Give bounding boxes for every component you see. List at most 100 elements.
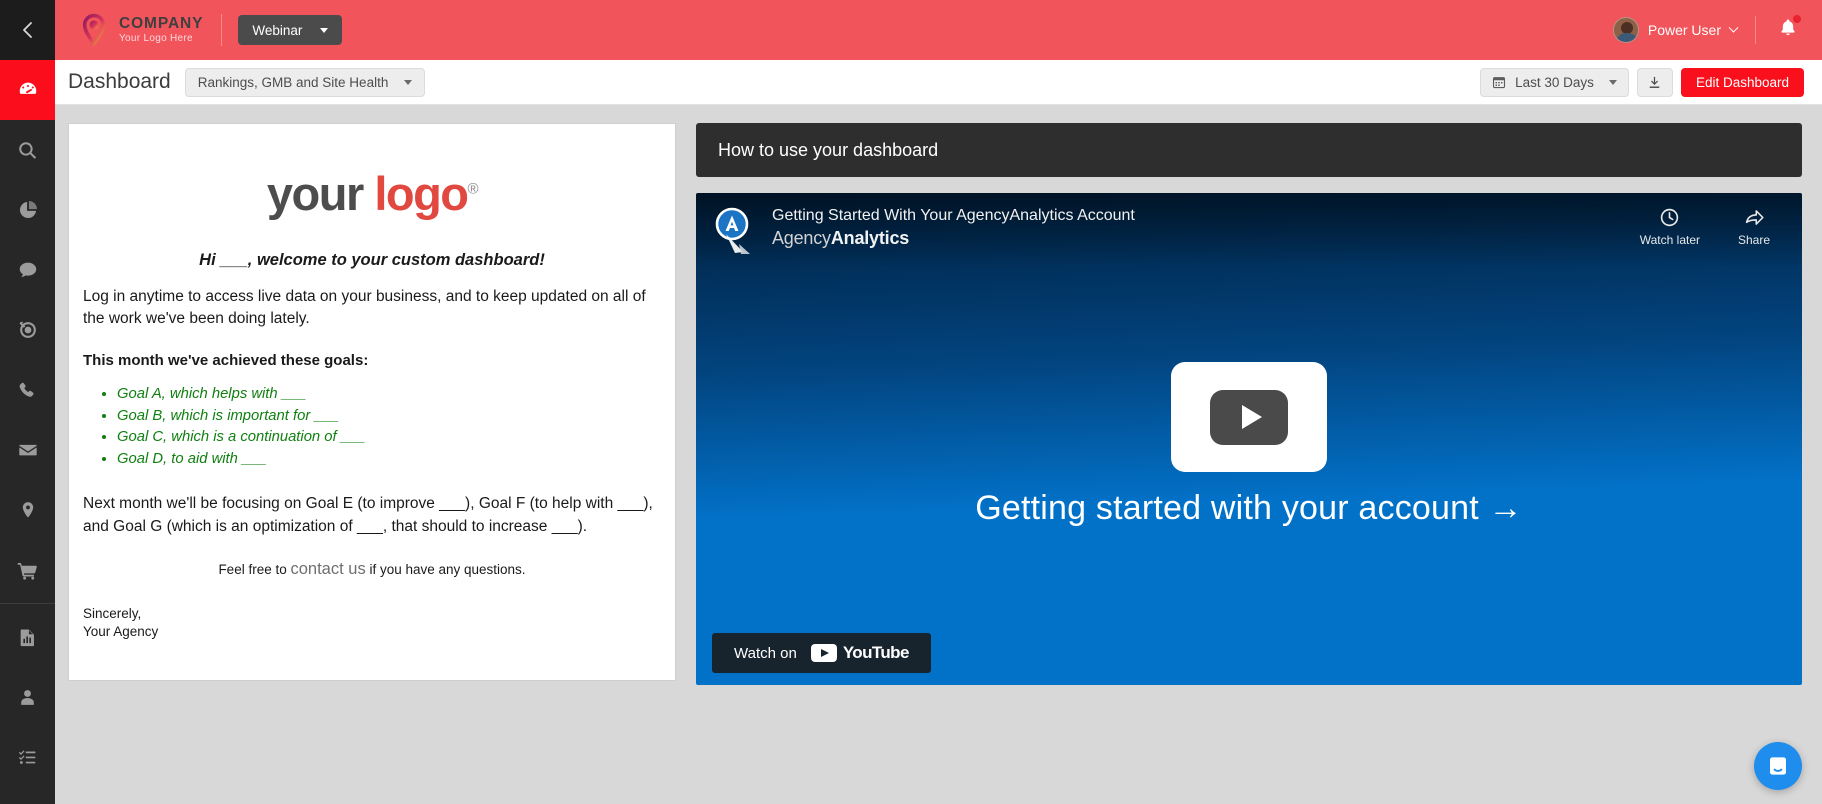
brand-tagline: Your Logo Here	[119, 33, 193, 45]
list-item: Goal A, which helps with ___	[117, 385, 661, 405]
intro-paragraph: Log in anytime to access live data on yo…	[83, 288, 646, 328]
sidebar-item-goals[interactable]	[0, 300, 55, 360]
signoff-line-2: Your Agency	[83, 623, 159, 639]
collapse-sidebar-button[interactable]	[0, 0, 55, 60]
sidebar-item-search[interactable]	[0, 120, 55, 180]
subheader-actions: Last 30 Days Edit Dashboard	[1480, 67, 1804, 97]
dashboard-content: your logo® Hi ___, welcome to your custo…	[55, 105, 1822, 804]
webinar-label: Webinar	[252, 22, 303, 38]
youtube-video-embed[interactable]: Getting Started With Your AgencyAnalytic…	[696, 193, 1802, 685]
header-right-group: Power User	[1612, 13, 1802, 47]
logo-text-your: your	[266, 167, 375, 220]
sidebar-item-ecommerce[interactable]	[0, 540, 55, 600]
video-panel-header: How to use your dashboard	[696, 123, 1802, 177]
contact-prefix: Feel free to	[218, 561, 291, 577]
youtube-logo-icon	[810, 644, 837, 662]
video-panel: How to use your dashboard Getting Starte…	[696, 123, 1802, 804]
page-subheader: Dashboard Rankings, GMB and Site Health …	[55, 60, 1822, 105]
sidebar-item-email[interactable]	[0, 420, 55, 480]
shopping-cart-icon	[17, 562, 37, 580]
watch-on-youtube-button[interactable]: Watch on YouTube	[712, 633, 931, 673]
channel-name-light: Agency	[772, 228, 831, 249]
dashboard-selector-label: Rankings, GMB and Site Health	[197, 74, 389, 90]
chevron-left-icon	[22, 22, 32, 38]
welcome-greeting: Hi ___, welcome to your custom dashboard…	[199, 251, 545, 269]
top-header-bar: COMPANY Your Logo Here Webinar Power Use…	[55, 0, 1822, 60]
pie-chart-icon	[19, 201, 37, 219]
agencyanalytics-logo-icon	[715, 207, 750, 254]
brand-name: COMPANY	[119, 14, 204, 32]
envelope-icon	[18, 444, 37, 456]
sidebar-item-local[interactable]	[0, 480, 55, 540]
logo-text-logo: logo	[374, 167, 469, 220]
share-button[interactable]: Share	[1728, 207, 1780, 247]
video-actions: Watch later Share	[1640, 193, 1802, 247]
client-logo: your logo®	[83, 170, 661, 217]
video-play-button[interactable]	[1171, 362, 1327, 472]
intercom-chat-launcher[interactable]	[1754, 742, 1802, 790]
header-divider	[221, 14, 223, 46]
chevron-down-icon	[404, 79, 413, 85]
user-name-label: Power User	[1647, 22, 1721, 38]
goals-heading: This month we've achieved these goals:	[83, 352, 369, 370]
watch-later-label: Watch later	[1639, 233, 1700, 247]
chevron-down-icon	[1608, 79, 1617, 85]
sidebar-item-social[interactable]	[0, 240, 55, 300]
download-button[interactable]	[1636, 67, 1673, 97]
sidebar-item-analytics[interactable]	[0, 180, 55, 240]
welcome-letter-card: your logo® Hi ___, welcome to your custo…	[68, 123, 676, 681]
chevron-down-icon	[1728, 22, 1739, 33]
notification-badge-dot	[1793, 15, 1801, 23]
dashboard-selector-dropdown[interactable]: Rankings, GMB and Site Health	[184, 67, 426, 97]
video-title-group: Getting Started With Your AgencyAnalytic…	[696, 193, 1135, 258]
rail-divider	[0, 603, 55, 604]
share-arrow-icon	[1745, 210, 1764, 225]
map-pin-icon	[22, 502, 33, 518]
dashboard-gauge-icon	[19, 82, 36, 94]
page-title: Dashboard	[68, 70, 171, 93]
sidebar-item-clients[interactable]	[0, 667, 55, 727]
search-icon	[19, 141, 36, 159]
watch-later-button[interactable]: Watch later	[1640, 207, 1700, 247]
download-icon	[1650, 76, 1660, 88]
brand-logo[interactable]: COMPANY Your Logo Here	[77, 13, 203, 47]
video-channel-name: AgencyAnalytics	[772, 228, 1135, 249]
target-icon	[18, 321, 36, 338]
sidebar-item-tasks[interactable]	[0, 727, 55, 787]
contact-suffix: if you have any questions.	[365, 561, 526, 577]
notifications-button[interactable]	[1774, 13, 1802, 47]
date-range-picker[interactable]: Last 30 Days	[1480, 67, 1629, 97]
list-item: Goal C, which is a continuation of ___	[117, 428, 661, 448]
date-range-label: Last 30 Days	[1515, 74, 1594, 90]
sidebar-item-dashboard[interactable]	[0, 60, 55, 120]
contact-note: Feel free to contact us if you have any …	[83, 560, 661, 579]
sidebar-item-call-tracking[interactable]	[0, 360, 55, 420]
chat-bubble-icon	[19, 262, 36, 278]
left-nav-rail	[0, 0, 55, 804]
intercom-chat-icon	[1770, 757, 1786, 775]
contact-us-link[interactable]: contact us	[290, 560, 365, 578]
share-label: Share	[1737, 233, 1771, 247]
sidebar-item-reports[interactable]	[0, 607, 55, 667]
list-item: Goal B, which is important for ___	[117, 407, 661, 427]
report-document-icon	[20, 628, 34, 646]
webinar-dropdown-button[interactable]: Webinar	[238, 15, 343, 45]
rail-item-list	[0, 60, 55, 787]
app-root: COMPANY Your Logo Here Webinar Power Use…	[0, 0, 1822, 804]
video-tagline: Getting started with your account →	[975, 489, 1523, 527]
company-logo-pin-icon	[82, 13, 106, 47]
video-title[interactable]: Getting Started With Your AgencyAnalytic…	[772, 206, 1135, 225]
logo-registered-mark: ®	[467, 180, 479, 198]
edit-dashboard-button[interactable]: Edit Dashboard	[1680, 67, 1804, 97]
goals-list: Goal A, which helps with ___ Goal B, whi…	[117, 385, 661, 469]
avatar	[1612, 17, 1639, 43]
channel-name-bold: Analytics	[830, 228, 910, 249]
chevron-down-icon	[320, 27, 329, 33]
phone-icon	[19, 382, 34, 397]
youtube-play-button-icon	[1210, 389, 1288, 445]
list-item: Goal D, to aid with ___	[117, 450, 661, 470]
signoff-line-1: Sincerely,	[83, 605, 142, 621]
person-icon	[21, 689, 34, 705]
signature-block: Sincerely, Your Agency	[83, 605, 661, 641]
user-menu[interactable]: Power User	[1612, 17, 1739, 43]
